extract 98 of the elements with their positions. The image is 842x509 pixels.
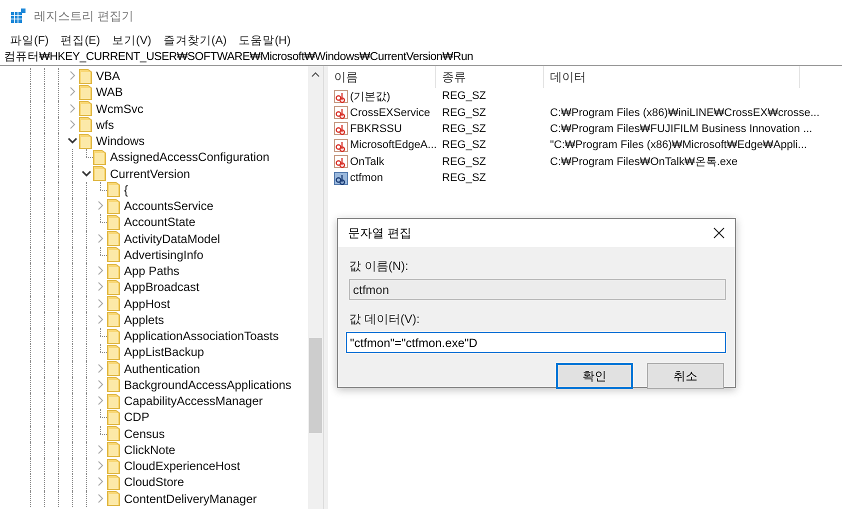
tree-item[interactable]: ApplicationAssociationToasts	[124, 329, 279, 344]
menu-item[interactable]: 즐겨찾기(A)	[157, 32, 233, 48]
value-name[interactable]: CrossEXService	[350, 106, 430, 119]
value-type: REG_SZ	[442, 90, 486, 102]
tree-item[interactable]: ClickNote	[124, 442, 176, 457]
folder-icon	[79, 134, 92, 149]
value-data: C:₩Program Files (x86)₩iniLINE₩CrossEX₩crosse...	[550, 106, 820, 119]
folder-icon	[79, 117, 92, 132]
tree-item[interactable]: CapabilityAccessManager	[124, 394, 263, 408]
tree-item[interactable]: CloudExperienceHost	[124, 459, 240, 474]
tree-item[interactable]: WAB	[96, 85, 123, 100]
registry-editor-icon	[10, 8, 26, 24]
folder-icon	[107, 426, 120, 442]
dialog-button[interactable]: 확인	[556, 363, 633, 389]
tree-item[interactable]: AssignedAccessConfiguration	[110, 150, 270, 164]
tree-item[interactable]: ActivityDataModel	[124, 232, 220, 246]
folder-icon	[107, 410, 120, 425]
value-name[interactable]: OnTalk	[350, 156, 384, 168]
folder-icon	[107, 344, 120, 360]
folder-icon	[79, 101, 92, 116]
tree-item[interactable]: CloudStore	[124, 475, 184, 490]
string-value-icon	[334, 138, 348, 152]
value-type: REG_SZ	[442, 106, 486, 119]
tree-item[interactable]: wfs	[96, 118, 114, 132]
column-header[interactable]: 데이터	[544, 66, 800, 88]
value-type: REG_SZ	[442, 172, 486, 184]
tree-item[interactable]: App Paths	[124, 264, 180, 278]
value-name[interactable]: (기본값)	[350, 88, 390, 104]
folder-icon	[107, 296, 120, 312]
folder-icon	[107, 458, 120, 474]
folder-icon	[107, 394, 120, 409]
close-icon[interactable]	[713, 227, 725, 239]
value-name[interactable]: MicrosoftEdgeA...	[350, 139, 437, 152]
tree-item[interactable]: Applets	[124, 312, 164, 327]
field-label: 값 데이터(V):	[349, 311, 420, 328]
folder-icon	[93, 150, 106, 165]
folder-icon	[107, 198, 120, 214]
folder-icon	[107, 361, 120, 376]
menu-item[interactable]: 편집(E)	[54, 32, 106, 48]
scrollbar[interactable]	[308, 66, 323, 509]
tree-item[interactable]: Census	[124, 426, 165, 441]
dialog-button[interactable]: 취소	[647, 363, 724, 389]
string-value-icon	[334, 90, 348, 103]
tree-item[interactable]: VBA	[96, 69, 120, 84]
folder-icon	[107, 442, 120, 458]
value-name[interactable]: FBKRSSU	[350, 122, 402, 135]
tree-item[interactable]: WcmSvc	[96, 102, 144, 116]
tree-item[interactable]: AppHost	[124, 296, 170, 311]
value-name-field[interactable]: ctfmon	[349, 279, 726, 300]
value-type: REG_SZ	[442, 156, 486, 168]
folder-icon	[79, 84, 92, 100]
tree-item[interactable]: AdvertisingInfo	[124, 248, 204, 262]
value-data: C:₩Program Files₩OnTalk₩온톡.exe	[550, 155, 738, 170]
scroll-thumb[interactable]	[309, 338, 322, 433]
value-name[interactable]: ctfmon	[350, 172, 384, 184]
column-header[interactable]: 이름	[328, 66, 436, 88]
field-label: 값 이름(N):	[349, 258, 408, 275]
address-bar[interactable]: 컴퓨터₩HKEY_CURRENT_USER₩SOFTWARE₩Microsoft₩Windows₩CurrentVersion₩Run	[4, 49, 474, 64]
string-value-icon	[334, 122, 348, 136]
value-type: REG_SZ	[442, 139, 486, 152]
folder-icon	[107, 474, 120, 490]
tree-item[interactable]: AccountsService	[124, 199, 214, 214]
menu-item[interactable]: 파일(F)	[4, 32, 55, 48]
value-type: REG_SZ	[442, 122, 486, 135]
string-value-icon	[334, 106, 348, 120]
folder-icon	[107, 280, 120, 295]
tree-item[interactable]: Windows	[96, 134, 145, 148]
folder-icon	[107, 214, 120, 230]
menu-item[interactable]: 도움말(H)	[232, 32, 297, 48]
column-header[interactable]: 종류	[436, 66, 544, 88]
tree-item[interactable]: AppListBackup	[124, 345, 204, 360]
tree-item[interactable]: ContentDeliveryManager	[124, 492, 257, 506]
value-data: C:₩Program Files₩FUJIFILM Business Innovation ...	[550, 122, 812, 135]
scroll-up-icon[interactable]	[311, 71, 320, 78]
folder-icon	[107, 377, 120, 392]
value-data: "C:₩Program Files (x86)₩Microsoft₩Edge₩Appli...	[550, 139, 807, 152]
string-value-icon	[334, 172, 348, 185]
tree-item[interactable]: AppBroadcast	[124, 280, 200, 294]
folder-icon	[107, 328, 120, 344]
menu-item[interactable]: 보기(V)	[106, 32, 158, 48]
folder-icon	[107, 312, 120, 328]
folder-icon	[107, 182, 120, 198]
tree-item[interactable]: AccountState	[124, 215, 196, 230]
tree-item[interactable]: CurrentVersion	[110, 166, 190, 181]
tree-item[interactable]: CDP	[124, 410, 150, 424]
tree-item[interactable]: BackgroundAccessApplications	[124, 378, 292, 392]
folder-icon	[79, 68, 92, 84]
dialog-title: 문자열 편집	[348, 224, 412, 242]
folder-icon	[93, 166, 106, 182]
window-title: 레지스트리 편집기	[34, 8, 134, 24]
folder-icon	[107, 247, 120, 262]
folder-icon	[107, 231, 120, 246]
tree-item[interactable]: Authentication	[124, 362, 200, 376]
folder-icon	[107, 264, 120, 279]
folder-icon	[107, 491, 120, 506]
value-data-field[interactable]: "ctfmon"="ctfmon.exe"D	[346, 332, 726, 353]
tree-item[interactable]: {	[124, 182, 128, 197]
string-value-icon	[334, 155, 348, 168]
